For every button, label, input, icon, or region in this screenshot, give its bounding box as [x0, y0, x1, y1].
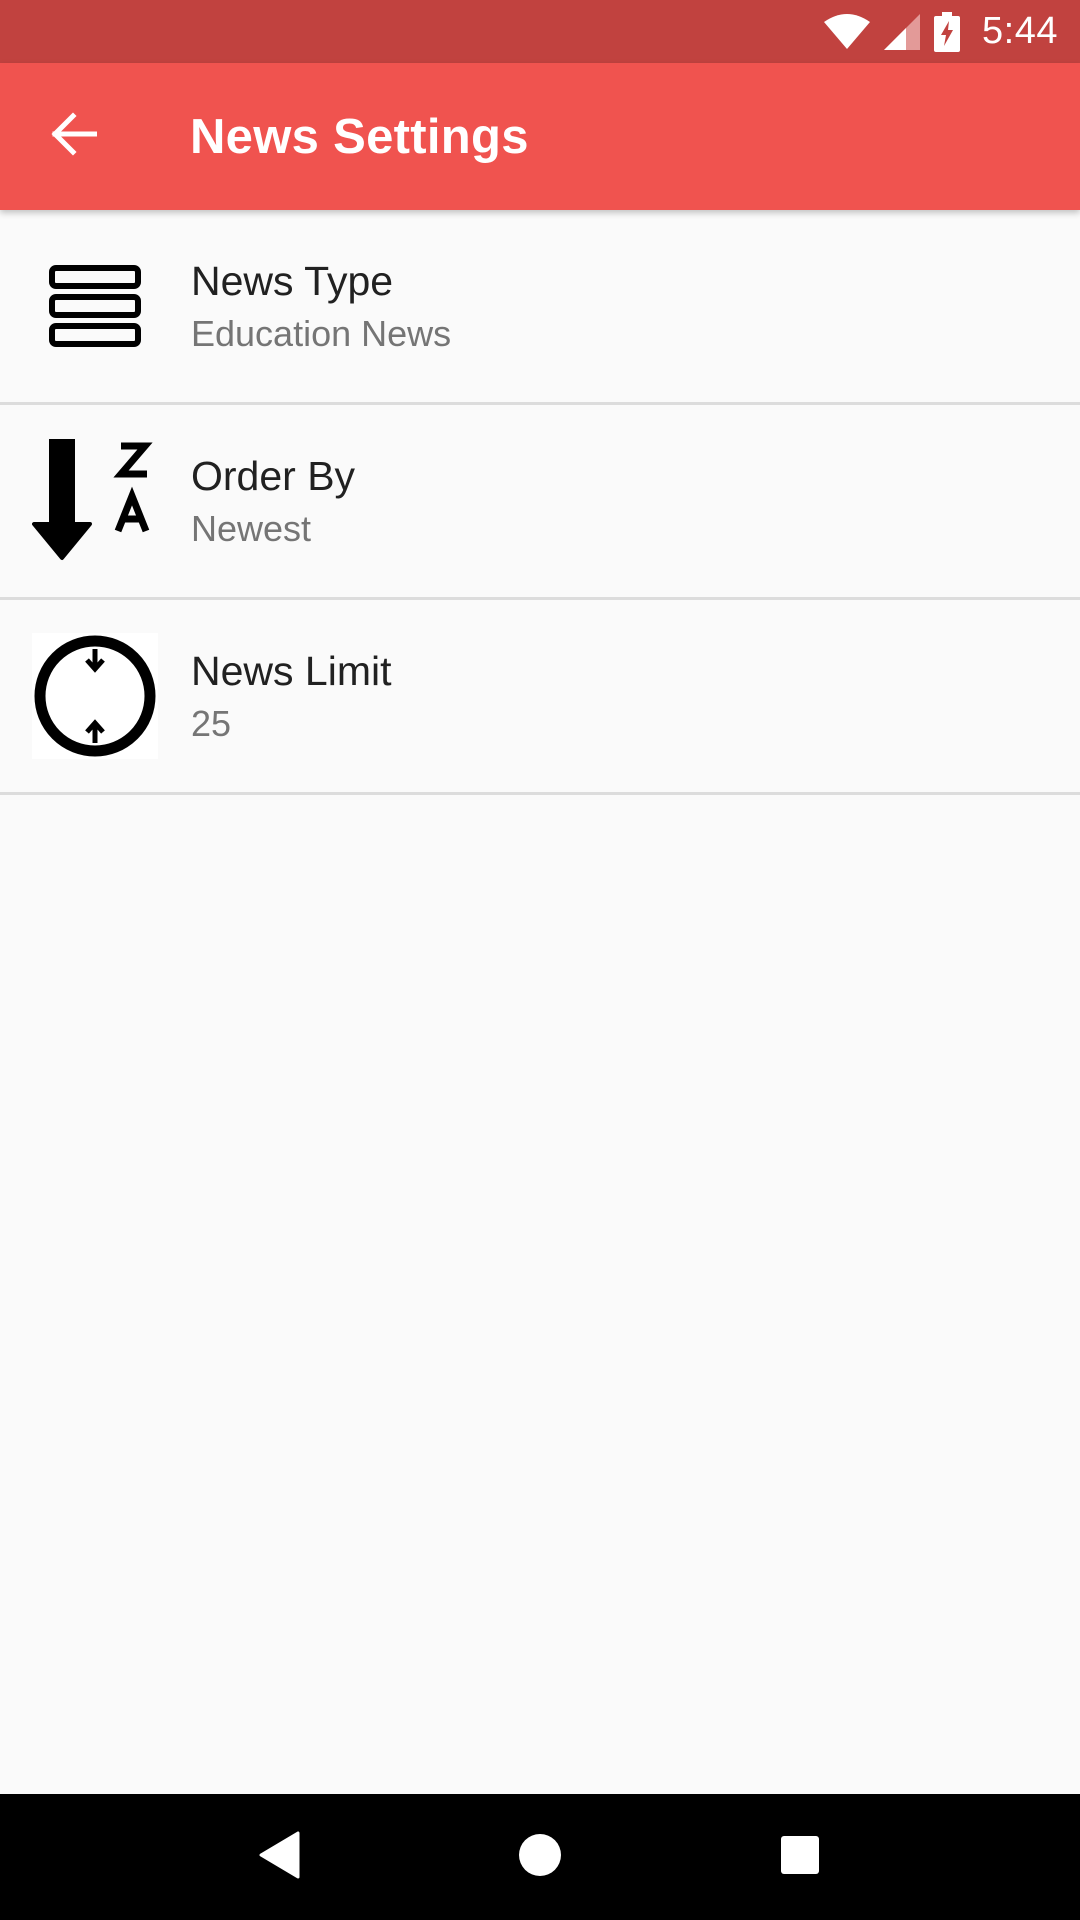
limit-circle-icon — [32, 633, 158, 759]
nav-recents-button[interactable] — [750, 1807, 850, 1907]
back-button[interactable] — [18, 82, 128, 192]
battery-charging-icon — [934, 11, 961, 52]
status-time: 5:44 — [982, 10, 1058, 52]
signal-icon — [884, 13, 921, 50]
navigation-bar — [0, 1794, 1080, 1920]
app-bar: News Settings — [0, 63, 1080, 210]
nav-back-button[interactable] — [230, 1807, 330, 1907]
page-title: News Settings — [190, 109, 529, 164]
setting-news-limit[interactable]: News Limit 25 — [0, 600, 1080, 795]
setting-title: News Type — [191, 257, 394, 304]
sort-z-a-icon — [32, 438, 158, 564]
setting-text: News Limit 25 — [191, 647, 391, 745]
setting-title: Order By — [191, 452, 356, 499]
status-bar: 5:44 — [0, 0, 1080, 63]
setting-news-type[interactable]: News Type Education News — [0, 210, 1080, 405]
setting-text: Order By Newest — [191, 452, 355, 550]
recents-square-icon — [780, 1835, 820, 1880]
list-rows-icon — [32, 243, 158, 369]
setting-summary: Education News — [191, 313, 452, 354]
nav-home-button[interactable] — [490, 1807, 590, 1907]
setting-summary: 25 — [191, 703, 232, 744]
setting-title: News Limit — [191, 647, 392, 694]
setting-summary: Newest — [191, 508, 312, 549]
arrow-back-icon — [49, 112, 98, 161]
home-circle-icon — [517, 1832, 563, 1883]
back-triangle-icon — [258, 1831, 302, 1884]
settings-list: News Type Education News Order By Newest — [0, 210, 1080, 795]
setting-text: News Type Education News — [191, 257, 451, 355]
screen: 5:44 News Settings News Type Education N… — [0, 0, 1080, 1920]
wifi-icon — [824, 13, 871, 50]
setting-order-by[interactable]: Order By Newest — [0, 405, 1080, 600]
